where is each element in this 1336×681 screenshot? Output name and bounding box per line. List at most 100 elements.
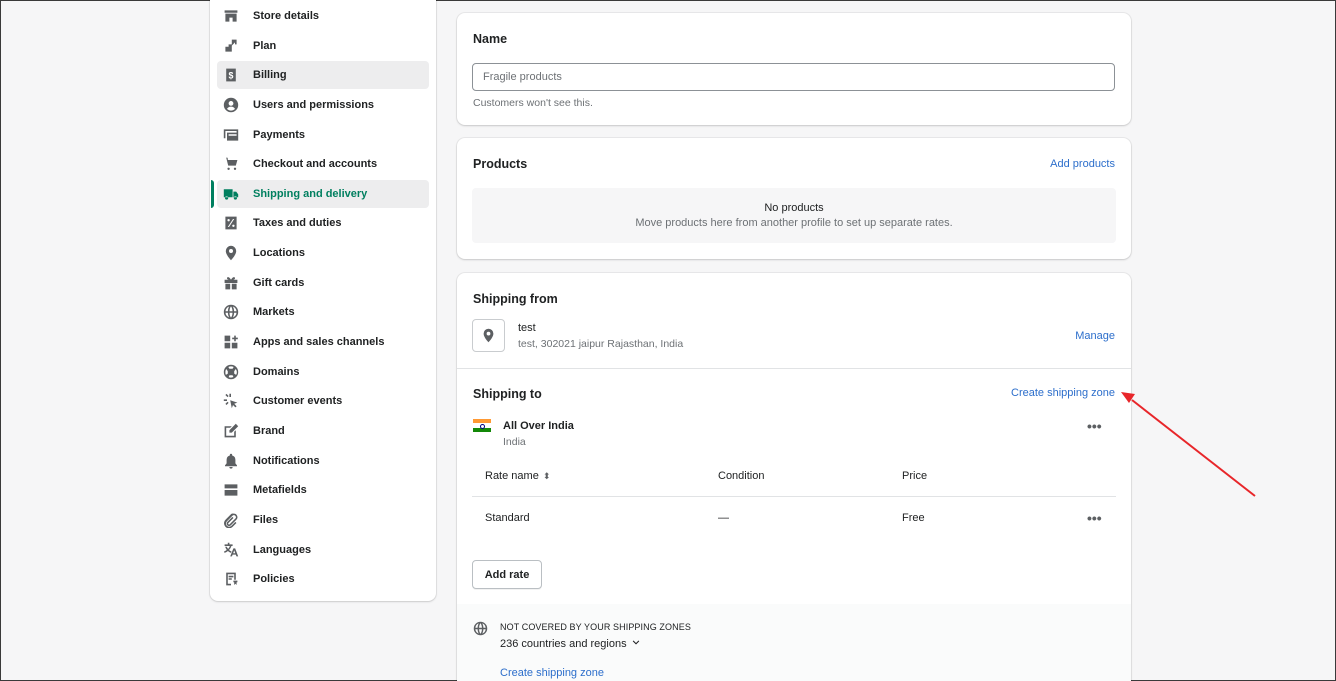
sidebar-item-apps[interactable]: Apps and sales channels xyxy=(217,328,429,356)
sidebar-item-label: Gift cards xyxy=(253,276,305,289)
sidebar-item-label: Brand xyxy=(253,424,285,437)
profile-name-card: Name Customers won't see this. xyxy=(457,13,1131,125)
sidebar-item-domains[interactable]: Domains xyxy=(217,358,429,386)
zone-more-actions-button[interactable]: ••• xyxy=(1087,419,1102,433)
payments-icon xyxy=(222,126,239,143)
rate-name-cell: Standard xyxy=(485,512,530,524)
products-empty-state: No products Move products here from anot… xyxy=(472,188,1116,243)
section-divider xyxy=(457,368,1131,369)
sidebar-item-label: Shipping and delivery xyxy=(253,187,368,200)
tax-icon xyxy=(222,215,239,232)
cart-icon xyxy=(222,156,239,173)
add-rate-button[interactable]: Add rate xyxy=(472,560,542,589)
user-icon xyxy=(222,96,239,113)
sidebar-item-checkout[interactable]: Checkout and accounts xyxy=(217,150,429,178)
sidebar-item-label: Plan xyxy=(253,39,277,52)
profile-name-input[interactable] xyxy=(472,63,1115,91)
sidebar-item-label: Metafields xyxy=(253,484,307,497)
svg-text:$: $ xyxy=(228,71,233,81)
sidebar-item-languages[interactable]: Languages xyxy=(217,536,429,564)
sidebar-item-shipping[interactable]: Shipping and delivery xyxy=(211,179,429,208)
billing-icon: $ xyxy=(222,67,239,84)
policies-icon xyxy=(222,571,239,588)
sidebar-item-notifications[interactable]: Notifications xyxy=(217,447,429,475)
paperclip-icon xyxy=(222,511,239,528)
metafields-icon xyxy=(222,482,239,499)
sidebar-item-label: Checkout and accounts xyxy=(253,158,378,171)
table-header-divider xyxy=(472,496,1116,497)
sidebar-item-payments[interactable]: Payments xyxy=(217,121,429,149)
countries-count: 236 countries and regions xyxy=(500,638,627,650)
sidebar-item-billing[interactable]: $ Billing xyxy=(217,61,429,90)
sidebar-item-users[interactable]: Users and permissions xyxy=(217,91,429,119)
not-covered-section: NOT COVERED BY YOUR SHIPPING ZONES 236 c… xyxy=(457,604,1131,681)
zone-name: All Over India xyxy=(503,420,574,432)
gift-icon xyxy=(222,274,239,291)
sidebar-item-policies[interactable]: Policies xyxy=(217,565,429,593)
create-shipping-zone-link[interactable]: Create shipping zone xyxy=(1011,387,1115,399)
empty-state-text: Move products here from another profile … xyxy=(635,217,953,229)
globe-icon xyxy=(222,304,239,321)
bell-icon xyxy=(222,452,239,469)
sidebar-item-taxes[interactable]: Taxes and duties xyxy=(217,209,429,237)
manage-location-link[interactable]: Manage xyxy=(1075,330,1115,342)
sidebar-item-files[interactable]: Files xyxy=(217,506,429,534)
countries-toggle[interactable]: 236 countries and regions xyxy=(500,638,641,650)
truck-icon xyxy=(222,185,239,202)
domains-icon xyxy=(222,363,239,380)
location-pin-icon xyxy=(472,319,505,352)
rate-more-actions-button[interactable]: ••• xyxy=(1087,511,1102,525)
sidebar-item-plan[interactable]: Plan xyxy=(217,32,429,60)
sidebar-item-label: Apps and sales channels xyxy=(253,336,385,349)
sidebar-item-label: Customer events xyxy=(253,395,343,408)
not-covered-title: NOT COVERED BY YOUR SHIPPING ZONES xyxy=(500,622,691,632)
sidebar-item-locations[interactable]: Locations xyxy=(217,239,429,267)
cursor-click-icon xyxy=(222,393,239,410)
annotation-arrow-line xyxy=(1131,399,1256,497)
sidebar-item-label: Store details xyxy=(253,10,320,22)
sidebar-item-label: Locations xyxy=(253,247,305,260)
sidebar-item-label: Taxes and duties xyxy=(253,217,342,230)
chevron-down-icon xyxy=(631,638,641,650)
sidebar-item-label: Markets xyxy=(253,306,295,319)
sidebar-item-label: Policies xyxy=(253,573,295,586)
sidebar-item-gift-cards[interactable]: Gift cards xyxy=(217,269,429,297)
location-address: test, 302021 jaipur Rajasthan, India xyxy=(518,338,684,350)
empty-state-title: No products xyxy=(764,202,824,214)
location-icon xyxy=(222,245,239,262)
sort-icon: ⬍ xyxy=(542,471,551,481)
sidebar-item-store-details[interactable]: Store details xyxy=(217,2,429,30)
store-icon xyxy=(222,8,239,25)
name-card-title: Name xyxy=(473,32,508,46)
apps-icon xyxy=(222,334,239,351)
name-help-text: Customers won't see this. xyxy=(473,97,593,109)
globe-icon xyxy=(473,621,488,636)
condition-header: Condition xyxy=(718,470,765,482)
translate-icon xyxy=(222,541,239,558)
sidebar-item-label: Files xyxy=(253,513,279,526)
shipping-from-title: Shipping from xyxy=(473,292,558,306)
shipping-card: Shipping from test test, 302021 jaipur R… xyxy=(457,273,1131,681)
sidebar-item-brand[interactable]: Brand xyxy=(217,417,429,445)
sidebar-item-label: Billing xyxy=(253,69,287,82)
shipping-to-title: Shipping to xyxy=(473,387,542,401)
sidebar-item-label: Domains xyxy=(253,365,300,378)
condition-cell: — xyxy=(718,512,729,524)
price-cell: Free xyxy=(902,512,925,524)
rate-name-header[interactable]: Rate name ⬍ xyxy=(485,470,550,482)
india-flag-icon xyxy=(473,419,491,432)
sidebar-item-label: Payments xyxy=(253,128,305,141)
sidebar-item-label: Users and permissions xyxy=(253,98,375,111)
header-label: Rate name xyxy=(485,470,539,482)
brand-icon xyxy=(222,422,239,439)
sidebar-item-metafields[interactable]: Metafields xyxy=(217,476,429,504)
products-card: Products Add products No products Move p… xyxy=(457,138,1131,259)
create-shipping-zone-secondary-link[interactable]: Create shipping zone xyxy=(500,667,604,679)
location-name: test xyxy=(518,322,536,334)
sidebar-item-markets[interactable]: Markets xyxy=(217,298,429,326)
plan-icon xyxy=(222,37,239,54)
sidebar-item-label: Languages xyxy=(253,543,312,556)
zone-country: India xyxy=(503,436,526,448)
sidebar-item-customer-events[interactable]: Customer events xyxy=(217,387,429,415)
add-products-link[interactable]: Add products xyxy=(1050,158,1115,170)
